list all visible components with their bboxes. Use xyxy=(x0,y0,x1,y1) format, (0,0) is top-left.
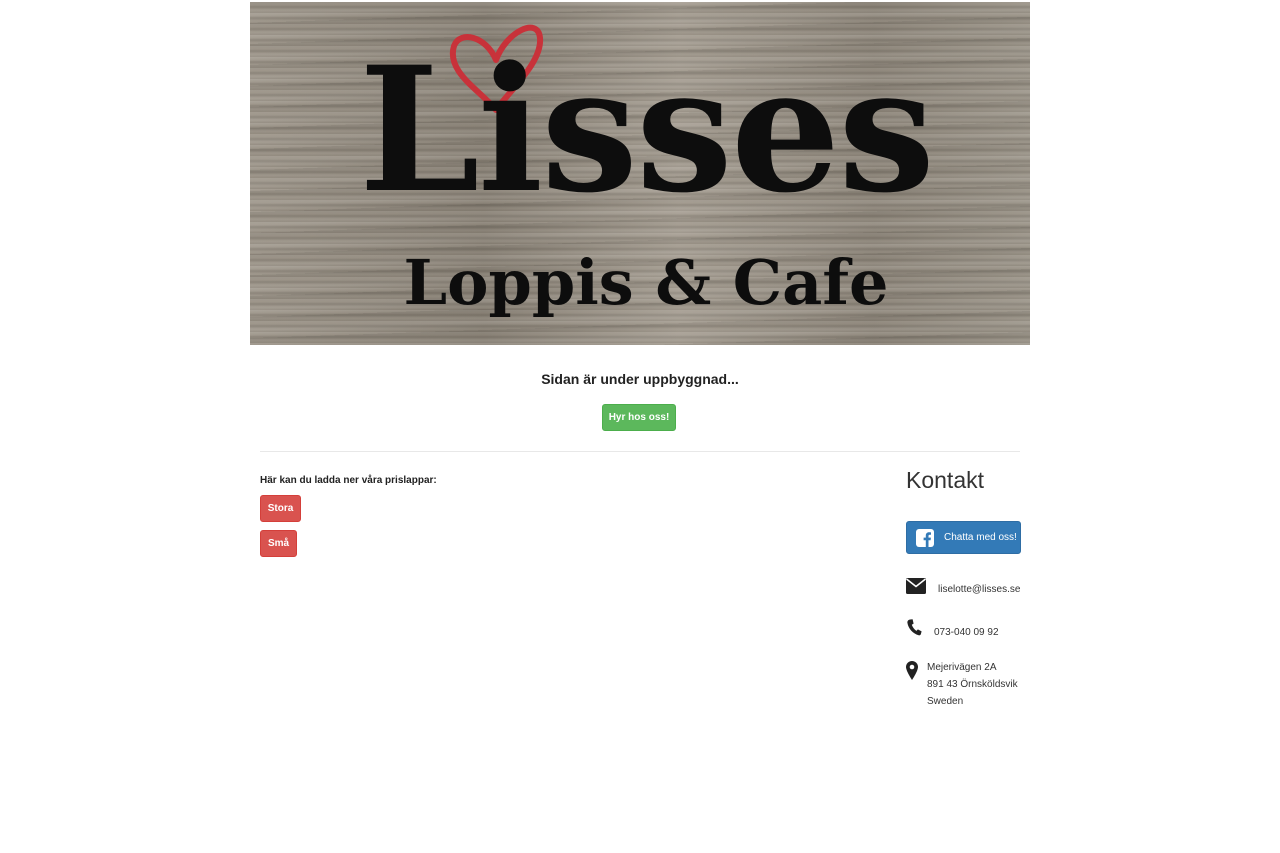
contact-phone[interactable]: 073-040 09 92 xyxy=(934,627,999,638)
contact-title: Kontakt xyxy=(906,467,984,493)
contact-email[interactable]: liselotte@lisses.se xyxy=(938,584,1020,595)
logo-title: Lisses xyxy=(358,28,935,231)
download-small-button[interactable]: Små xyxy=(260,530,297,557)
address-country: Sweden xyxy=(927,696,964,707)
downloads-label: Här kan du ladda ner våra prislappar: xyxy=(260,475,437,486)
logo-subtitle: Loppis & Cafe xyxy=(403,246,889,319)
facebook-chat-button[interactable]: Chatta med oss! xyxy=(906,521,1021,554)
contact-address: Mejerivägen 2A 891 43 Örnsköldsvik Swede… xyxy=(927,659,1018,710)
address-city: 891 43 Örnsköldsvik xyxy=(927,679,1018,690)
rent-button[interactable]: Hyr hos oss! xyxy=(602,404,676,431)
header-banner: Lisses Loppis & Cafe xyxy=(250,2,1030,345)
download-large-button[interactable]: Stora xyxy=(260,495,301,522)
divider xyxy=(260,451,1020,452)
facebook-icon xyxy=(916,529,934,550)
map-marker-icon xyxy=(906,661,918,685)
envelope-icon xyxy=(906,578,926,599)
construction-notice: Sidan är under uppbyggnad... xyxy=(541,371,739,387)
address-street: Mejerivägen 2A xyxy=(927,662,997,673)
chat-button-label: Chatta med oss! xyxy=(944,532,1017,543)
phone-icon xyxy=(907,619,922,641)
